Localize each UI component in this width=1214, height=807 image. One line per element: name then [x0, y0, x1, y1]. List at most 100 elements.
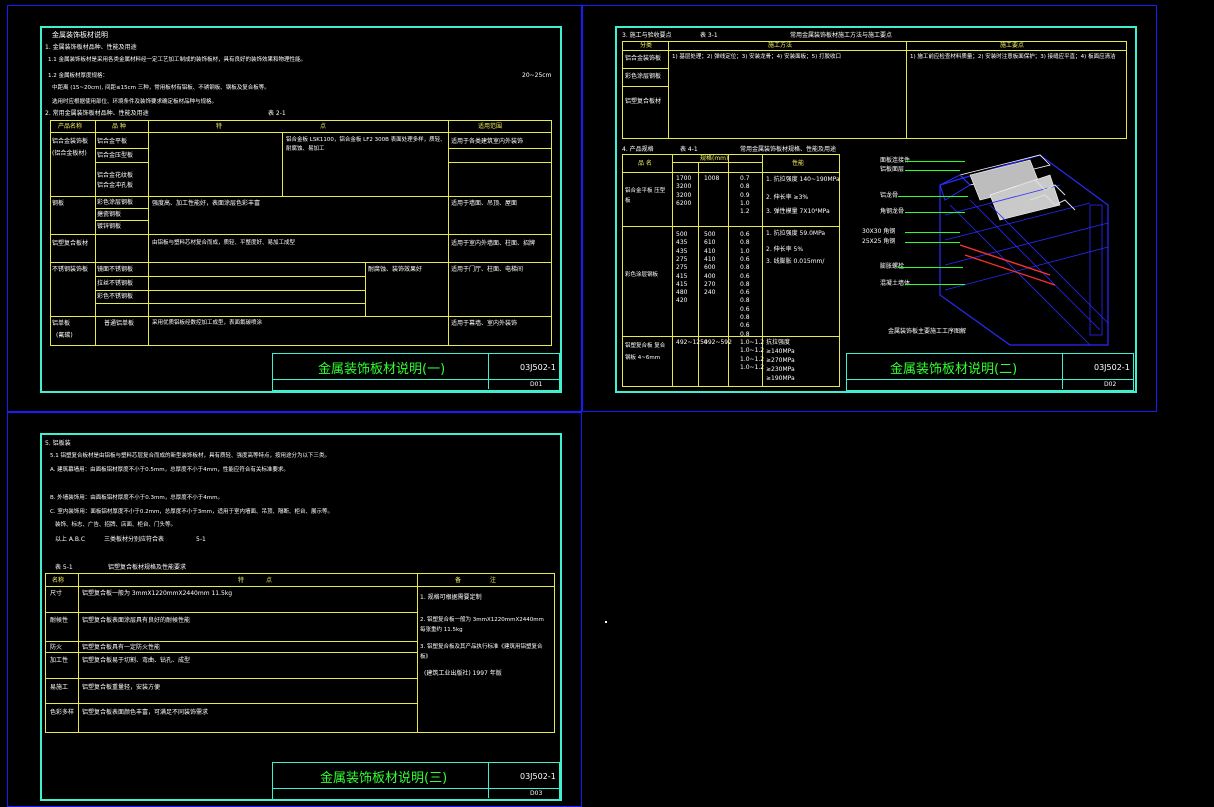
th-3-1-method: 施工方法	[768, 42, 793, 49]
sheet-3-code: 03J502-1	[520, 772, 556, 781]
spec-g2-thk-12: 0.6	[740, 322, 750, 330]
spec-g2-len-8: 480	[676, 289, 688, 297]
spec-g1-thk-2: 0.8	[740, 183, 750, 191]
spec-g2-thk-6: 0.6	[740, 272, 750, 280]
row-1-kind-1: 铝合金平板	[97, 138, 128, 145]
spec-g1-thk-5: 1.2	[740, 208, 750, 216]
table-5-1-caption: 表 5-1	[55, 564, 73, 571]
line-ab2: 三类板材分别应符合表	[104, 536, 165, 543]
section-1-heading: 1. 金属装饰板材品种、性能及用途	[45, 44, 137, 51]
section-4-heading: 4. 产品规格	[622, 146, 654, 153]
line-1-2c: 选用时应根据使用部位、环境条件及装饰要求确定板材品种与规格。	[52, 99, 218, 105]
row-1-sub: (铝合金板材)	[52, 150, 87, 157]
line-1-1: 1.1 金属装饰板材是采用各类金属材料经一定工艺加工制成的装饰板材，具有良好的装…	[48, 57, 306, 63]
row-4-use: 适用于门厅、柱面、电梯间	[451, 266, 524, 273]
t51-row-3-text: 铝塑复合板具有一定防火性能	[82, 644, 161, 651]
row-1-use: 适用于各类建筑室内外装饰	[451, 138, 524, 145]
spec-g1-wid-1: 1008	[704, 175, 720, 182]
table-4-1-title: 常用金属装饰板材规格、性能及用途	[740, 146, 837, 153]
dot-marker	[605, 621, 607, 623]
spec-g2-thk-7: 0.8	[740, 280, 750, 288]
spec-g2-wid-3: 410	[704, 247, 716, 255]
spec-g3-thk-3: 1.0~1.2	[740, 355, 765, 363]
row-1-kind-4: 铝合金冲孔板	[97, 182, 134, 189]
item-c2: 装饰、标志、广告、招牌、店面、柜台、门头等。	[55, 522, 177, 528]
table-4-1-caption: 表 4-1	[680, 146, 698, 153]
spec-group-1-name: 铝合金平板 压型板	[625, 188, 666, 204]
spec-g2-len-6: 415	[676, 272, 688, 280]
th-kind: 品 种	[112, 123, 126, 130]
sheet-1-heading: 金属装饰板材说明	[52, 31, 108, 39]
spec-g2-wid-2: 610	[704, 239, 716, 247]
item-a: A. 建筑幕墙用：由面板铝材厚度不小于0.5mm，总厚度不小于4mm，性能应符合…	[50, 467, 289, 473]
th-3-1-point: 施工要点	[1000, 42, 1025, 49]
sheet-1-code: 03J502-1	[520, 363, 556, 372]
row-4-feature: 耐腐蚀、装饰效果好	[368, 266, 423, 273]
item-b: B. 外墙装饰用：由面板铝材厚度不小于0.3mm，总厚度不小于4mm。	[50, 495, 223, 501]
th-4-1-perf: 性能	[792, 160, 805, 167]
row-5-use: 适用于幕墙、室内外装饰	[451, 320, 518, 327]
t51-row-1-name: 尺寸	[50, 590, 63, 597]
spec-g2-thk-11: 0.8	[740, 314, 750, 321]
section-5-heading: 5. 铝板装	[45, 440, 71, 447]
t51-note-2: 2. 铝塑复合板一般为 3mmX1220mmX2440mm 每张重约 11.5k…	[420, 617, 544, 633]
t51-row-5-name: 易施工	[50, 684, 69, 691]
spec-g2-thk-13: 0.8	[740, 330, 750, 338]
spec-g1-len-4: 6200	[676, 199, 692, 207]
row-1-name: 铝合金装饰板	[52, 138, 89, 145]
spec-g2-wid-5: 600	[704, 264, 716, 272]
sheet-2-title: 金属装饰板材说明(二)	[890, 362, 1018, 377]
spec-g3-thk-4: 1.0~1.2	[740, 363, 765, 371]
th-5-1-feature-a: 特	[238, 577, 245, 584]
spec-g1-len-1: 1700	[676, 175, 692, 182]
construction-figure	[939, 154, 1109, 346]
g2-perf-3: 3. 线膨胀 0.015mm/	[766, 258, 825, 265]
th-feature-a: 特	[216, 123, 223, 130]
table-3-1-title: 常用金属装饰板材施工方法与施工要点	[790, 32, 893, 39]
row-4-kind-2: 拉丝不锈钢板	[97, 280, 134, 287]
t31-item-3: 铝塑复合板材	[625, 98, 662, 105]
spec-g2-wid-4: 410	[704, 255, 716, 263]
spec-g1-len-3: 3200	[676, 191, 692, 199]
t31-item-2: 彩色涂层钢板	[625, 73, 662, 80]
t51-row-4-text: 铝塑复合板易于切割、弯曲、钻孔、成型	[82, 657, 191, 664]
sheet-1-title: 金属装饰板材说明(一)	[318, 362, 446, 377]
g3-perf-4: ≥230MPa	[766, 366, 795, 373]
th-product: 产品名称	[58, 123, 83, 130]
spec-group-2-name: 彩色涂层钢板	[625, 272, 659, 278]
row-5-kind-1: 普通铝单板	[104, 320, 135, 327]
row-4-kind-1: 镜面不锈钢板	[97, 266, 134, 273]
row-3-use: 适用于室内外墙面、柱面、招牌	[451, 240, 536, 247]
t51-row-3-name: 防火	[50, 644, 63, 651]
th-4-1-spec: 规格(mm)	[700, 155, 729, 162]
t51-row-6-name: 色彩多样	[50, 709, 75, 716]
g1-perf-1: 1. 抗拉强度 140~190MPa	[766, 176, 840, 183]
fig-label-4: 角钢龙骨	[880, 208, 905, 215]
spec-g1-thk-4: 1.0	[740, 199, 750, 207]
line-1-2: 1.2 金属板材厚度规格：	[48, 73, 108, 79]
spec-g1-thk-3: 0.9	[740, 191, 750, 199]
th-use: 适用范围	[478, 123, 503, 130]
spec-g2-len-3: 435	[676, 247, 688, 255]
spec-g2-thk-5: 0.8	[740, 264, 750, 272]
row-5-name: 铝单板	[52, 320, 71, 327]
spec-g3-len-1: 492~1250	[676, 339, 708, 346]
g3-perf-5: ≥190MPa	[766, 375, 795, 382]
line-ab: 以上 A.B.C	[55, 536, 86, 543]
th-feature-b: 点	[320, 123, 327, 130]
spec-g2-wid-7: 270	[704, 280, 716, 288]
table-5-1-title: 铝塑复合板材规格及性能要求	[108, 564, 187, 571]
row-1-feature: 铝合金板 LSK1100，铝合金板 LF2 300B 表面处理多样，质轻、耐腐蚀…	[286, 137, 446, 152]
t31-item-1: 铝合金装饰板	[625, 55, 662, 62]
table-2-1-caption: 表 2-1	[268, 110, 286, 117]
t51-row-5-text: 铝塑复合板重量轻，安装方便	[82, 684, 161, 691]
item-c: C. 室内装饰用：面板铝材厚度不小于0.2mm，总厚度不小于3mm，适用于室内墙…	[50, 509, 334, 515]
th-5-1-note-b: 注	[490, 577, 497, 584]
section-2-heading: 2. 常用金属装饰板材品种、性能及用途	[45, 110, 149, 117]
line-1-2-range: 20~25cm	[522, 72, 552, 79]
g3-perf-3: ≥270MPa	[766, 357, 795, 364]
spec-g2-len-4: 275	[676, 255, 688, 263]
row-5-feature: 采用优质铝板经数控加工成型，表面氟碳喷涂	[152, 320, 263, 326]
t51-row-4-name: 加工性	[50, 657, 69, 664]
row-1-kind-3: 铝合金花纹板	[97, 172, 134, 179]
